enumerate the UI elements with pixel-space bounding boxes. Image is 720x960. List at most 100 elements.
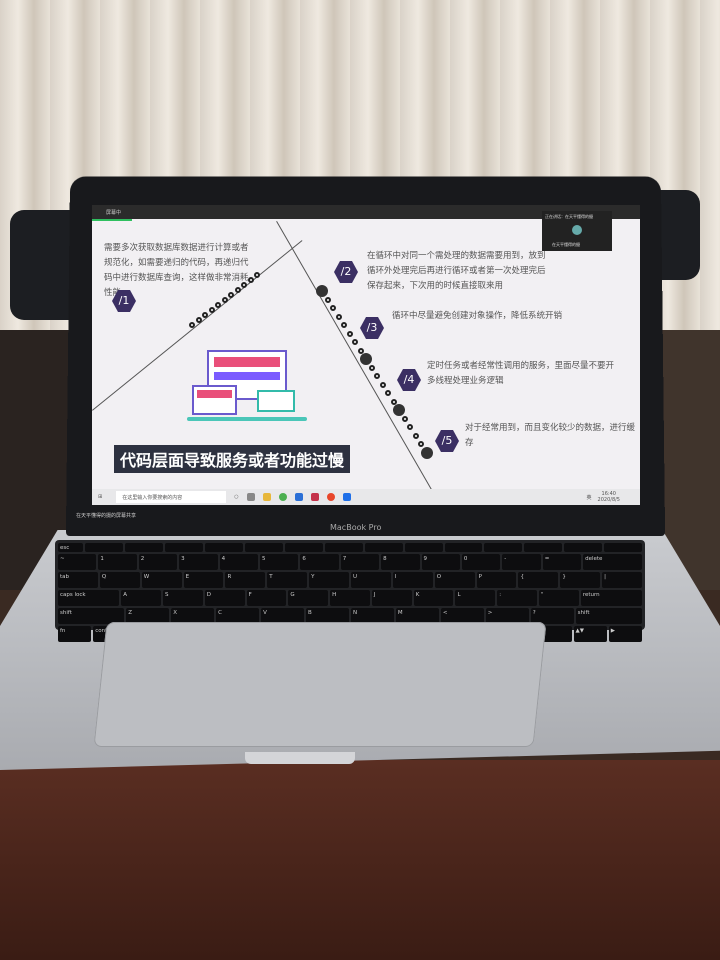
- key[interactable]: :: [497, 590, 538, 606]
- key[interactable]: 5: [259, 554, 299, 570]
- key[interactable]: 1: [98, 554, 137, 570]
- timeline-dot: [407, 424, 414, 431]
- timeline-dot: [352, 339, 359, 346]
- key[interactable]: ▶: [608, 626, 642, 642]
- key[interactable]: [524, 543, 563, 552]
- key[interactable]: =: [542, 554, 582, 570]
- key[interactable]: O: [434, 572, 475, 588]
- timeline-dot: [330, 305, 337, 312]
- participant-avatar: [572, 225, 582, 235]
- key[interactable]: G: [288, 590, 329, 606]
- key[interactable]: caps lock: [58, 590, 120, 606]
- key[interactable]: E: [183, 572, 224, 588]
- key[interactable]: U: [351, 572, 391, 588]
- timeline-dot: [324, 296, 331, 303]
- key[interactable]: K: [413, 590, 454, 606]
- accent-line: [92, 219, 132, 221]
- key[interactable]: [204, 543, 243, 552]
- clock-date: 2020/8/5: [597, 497, 620, 503]
- slide-title: 代码层面导致服务或者功能过慢: [114, 445, 351, 473]
- key[interactable]: {: [518, 572, 559, 588]
- key[interactable]: 7: [340, 554, 380, 570]
- key[interactable]: 2: [138, 554, 178, 570]
- keyboard-row: ~1 2 3 4 5 6 7 8 9 0- = delete: [58, 554, 643, 570]
- key[interactable]: J: [371, 590, 412, 606]
- taskbar-search-input[interactable]: 在这里输入你要搜索的内容: [116, 491, 227, 503]
- key[interactable]: [444, 543, 483, 552]
- trackpad[interactable]: [93, 622, 547, 747]
- key[interactable]: [284, 543, 323, 552]
- keyboard-row: tab Q W E R T Y U I O P{} |: [58, 572, 643, 588]
- key[interactable]: L: [455, 590, 496, 606]
- key[interactable]: ": [539, 590, 579, 606]
- key[interactable]: R: [225, 572, 266, 588]
- key[interactable]: T: [267, 572, 308, 588]
- key[interactable]: [604, 543, 643, 552]
- key[interactable]: [244, 543, 283, 552]
- key[interactable]: [165, 543, 203, 552]
- windows-start-icon[interactable]: ⊞: [98, 494, 102, 500]
- key[interactable]: [404, 543, 443, 552]
- key[interactable]: |: [602, 572, 643, 588]
- timeline-dot: [316, 285, 328, 297]
- key[interactable]: -: [502, 554, 541, 570]
- key[interactable]: W: [141, 572, 182, 588]
- key[interactable]: 6: [300, 554, 339, 570]
- key[interactable]: delete: [583, 554, 643, 570]
- key[interactable]: A: [121, 590, 162, 606]
- timeline-dot: [341, 322, 348, 329]
- meeting-app-icon[interactable]: [342, 493, 351, 501]
- key[interactable]: 8: [381, 554, 420, 570]
- timeline-dot: [374, 373, 381, 380]
- key[interactable]: ~: [58, 554, 97, 570]
- keyboard: esc ~1 2 3 4 5 6 7 8 9 0- = delete tab Q W E R T Y U I O P{} | ca…: [55, 540, 645, 642]
- tray-language[interactable]: 英: [587, 494, 592, 501]
- key[interactable]: [125, 543, 164, 552]
- key[interactable]: esc: [58, 543, 84, 552]
- key[interactable]: 4: [219, 554, 258, 570]
- timeline-dot: [195, 317, 202, 323]
- app-icon[interactable]: [294, 493, 303, 501]
- key[interactable]: 3: [179, 554, 218, 570]
- timeline-dot: [215, 302, 221, 308]
- powerpoint-icon[interactable]: [326, 493, 335, 501]
- key[interactable]: ▲▼: [573, 626, 607, 642]
- key[interactable]: [484, 543, 523, 552]
- file-explorer-icon[interactable]: [262, 493, 271, 501]
- key[interactable]: Q: [99, 572, 140, 588]
- key[interactable]: }: [560, 572, 601, 588]
- key[interactable]: [564, 543, 603, 552]
- key[interactable]: H: [330, 590, 370, 606]
- app-icon[interactable]: [310, 493, 319, 501]
- timeline-dot: [368, 364, 375, 371]
- timeline-dot: [412, 432, 419, 439]
- task-view-icon[interactable]: [246, 493, 255, 501]
- key[interactable]: 9: [421, 554, 460, 570]
- laptop-screen: 屏幕中 需要多次获取数据库数据进行计算或者规范化，如需要递归的代码，再递归代码中…: [92, 205, 640, 505]
- key[interactable]: [364, 543, 403, 552]
- key[interactable]: F: [246, 590, 287, 606]
- key[interactable]: [85, 543, 124, 552]
- key[interactable]: fn: [58, 626, 92, 642]
- key[interactable]: Y: [309, 572, 350, 588]
- key[interactable]: [324, 543, 363, 552]
- timeline-dot: [346, 330, 353, 337]
- chrome-icon[interactable]: [278, 493, 287, 501]
- laptop-brand: MacBook Pro: [330, 523, 382, 532]
- cortana-icon[interactable]: ○: [234, 494, 238, 500]
- keyboard-row: esc: [58, 543, 643, 552]
- key[interactable]: D: [204, 590, 245, 606]
- key[interactable]: return: [580, 590, 643, 606]
- key[interactable]: shift: [575, 608, 642, 624]
- timeline-dot: [421, 447, 433, 459]
- devices-illustration: [187, 345, 307, 425]
- key[interactable]: 0: [461, 554, 501, 570]
- key[interactable]: P: [476, 572, 517, 588]
- item-2-number: /2: [334, 261, 358, 283]
- speaking-label: 正在讲话：在天平懂得的摄: [545, 214, 593, 219]
- key[interactable]: tab: [58, 572, 98, 588]
- meeting-status: 在天平懂得的摄的屏幕共享: [76, 513, 137, 519]
- key[interactable]: I: [392, 572, 433, 588]
- clock[interactable]: 16:40 2020/8/5: [598, 491, 620, 503]
- key[interactable]: S: [163, 590, 203, 606]
